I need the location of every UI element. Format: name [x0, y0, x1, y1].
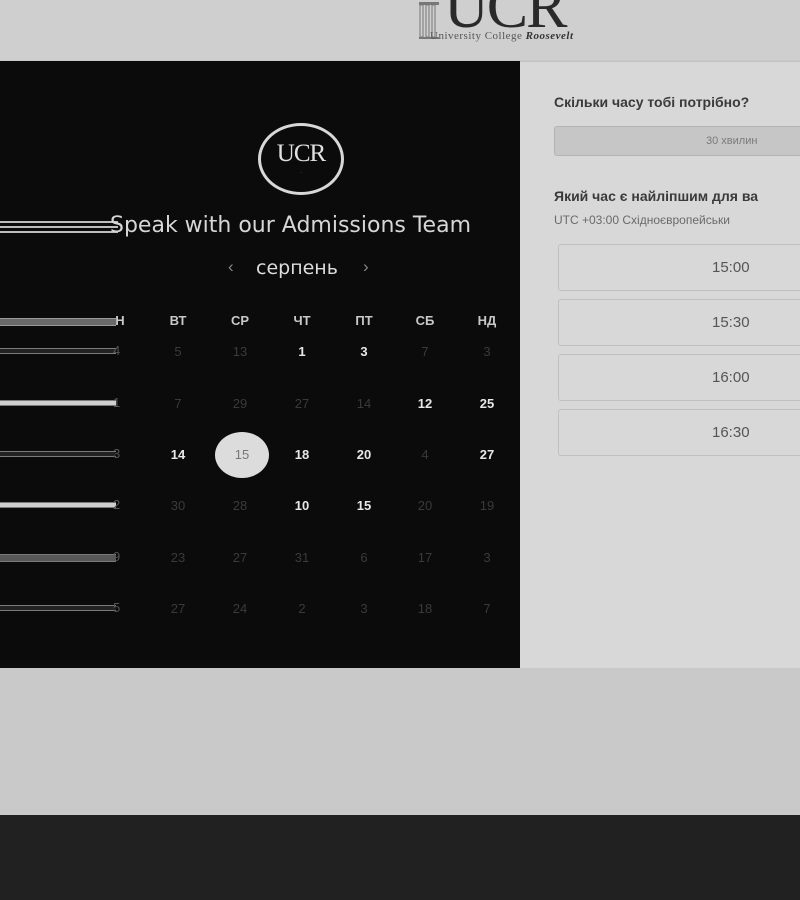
calendar-day: 20: [417, 498, 433, 513]
calendar-day: 6: [360, 550, 368, 565]
weekday-label: СБ: [415, 313, 435, 328]
calendar-day: 27: [294, 396, 310, 411]
row-bar-decoration: [0, 502, 116, 508]
duration-question: Скільки часу тобі потрібно?: [554, 94, 750, 110]
calendar-day[interactable]: 12: [403, 382, 447, 426]
calendar-day: 3: [360, 601, 368, 616]
calendar-panel: UCR · Speak with our Admissions Team ‹ с…: [0, 61, 520, 668]
weekday-label: НД: [477, 313, 497, 328]
calendar-day: 30: [170, 498, 186, 513]
month-label: серпень: [256, 257, 338, 279]
chevron-left-icon[interactable]: ‹: [228, 257, 234, 277]
calendar-day: 27: [232, 550, 248, 565]
weekday-bar-decoration: [0, 318, 116, 326]
calendar-day[interactable]: 10: [280, 484, 324, 528]
calendar-day[interactable]: 14: [156, 433, 200, 477]
calendar-day: 3: [113, 446, 121, 461]
calendar-day[interactable]: 1: [280, 330, 324, 374]
calendar-day: 4: [421, 447, 429, 462]
calendar-day: 27: [170, 601, 186, 616]
weekday-label: ПТ: [355, 313, 373, 328]
chevron-right-icon[interactable]: ›: [363, 257, 369, 277]
calendar-day: 23: [170, 550, 186, 565]
calendar-day: 17: [417, 550, 433, 565]
seal-subtext: ·: [300, 170, 302, 175]
calendar-day: 19: [479, 498, 495, 513]
row-bar-decoration: [0, 554, 116, 562]
header-bar: UCR University College Roosevelt: [0, 0, 800, 60]
booking-panel: Скільки часу тобі потрібно? 30 хвилин Як…: [520, 61, 800, 668]
calendar-day: 3: [483, 550, 491, 565]
stripe: [0, 226, 118, 228]
time-slot-button[interactable]: 16:00: [558, 354, 800, 401]
calendar-day: 9: [113, 549, 121, 564]
time-slot-button[interactable]: 15:30: [558, 299, 800, 346]
ucr-seal-logo: UCR ·: [258, 123, 344, 195]
calendar-day: 7: [483, 601, 491, 616]
footer: [0, 815, 800, 900]
calendar-day[interactable]: 15: [342, 484, 386, 528]
calendar-day[interactable]: 20: [342, 433, 386, 477]
calendar-day: 4: [113, 343, 121, 358]
logo-subtitle: University College Roosevelt: [430, 30, 574, 42]
row-bar-decoration: [0, 605, 116, 611]
weekday-label: ЧТ: [293, 313, 311, 328]
ucr-logo[interactable]: UCR University College Roosevelt: [418, 0, 623, 48]
calendar-day[interactable]: 3: [342, 330, 386, 374]
calendar-day-selected[interactable]: 15: [215, 432, 269, 478]
calendar-day: 18: [417, 601, 433, 616]
calendar-day: 7: [174, 396, 182, 411]
seal-text: UCR: [276, 140, 326, 167]
calendar-day: 14: [356, 396, 372, 411]
calendar-day[interactable]: 25: [465, 382, 509, 426]
month-navigation: ‹ серпень ›: [0, 257, 520, 283]
calendar-day: 2: [298, 601, 306, 616]
page-background-band: [0, 668, 800, 815]
calendar-day[interactable]: 27: [465, 433, 509, 477]
calendar-day: 5: [174, 344, 182, 359]
time-slot-button[interactable]: 15:00: [558, 244, 800, 291]
calendar-day[interactable]: 18: [280, 433, 324, 477]
stripe: [0, 221, 118, 223]
timezone-label[interactable]: UTC +03:00 Східноєвропейськи: [554, 213, 730, 227]
panel-title: Speak with our Admissions Team: [110, 213, 472, 238]
weekday-label: Н: [115, 313, 125, 328]
calendar-day: 24: [232, 601, 248, 616]
weekday-label: СР: [230, 313, 250, 328]
calendar-day: 7: [421, 344, 429, 359]
weekday-label: ВТ: [169, 313, 187, 328]
time-slot-button[interactable]: 16:30: [558, 409, 800, 456]
row-bar-decoration: [0, 348, 116, 354]
title-stripes-decoration: [0, 221, 118, 233]
calendar-day: 1: [113, 395, 121, 410]
logo-subtitle-text: University College: [430, 30, 523, 42]
stripe: [0, 231, 118, 233]
row-bar-decoration: [0, 400, 116, 406]
duration-select[interactable]: 30 хвилин: [554, 126, 800, 156]
time-question: Який час є найліпшим для ва: [554, 188, 759, 204]
calendar-day: 28: [232, 498, 248, 513]
calendar-day: 3: [483, 344, 491, 359]
logo-subtitle-brand: Roosevelt: [525, 30, 574, 42]
calendar-day: 29: [232, 396, 248, 411]
calendar-day: 13: [232, 344, 248, 359]
row-bar-decoration: [0, 451, 116, 457]
calendar-day: 31: [294, 550, 310, 565]
calendar-day: 5: [113, 600, 121, 615]
calendar-day: 2: [113, 497, 121, 512]
